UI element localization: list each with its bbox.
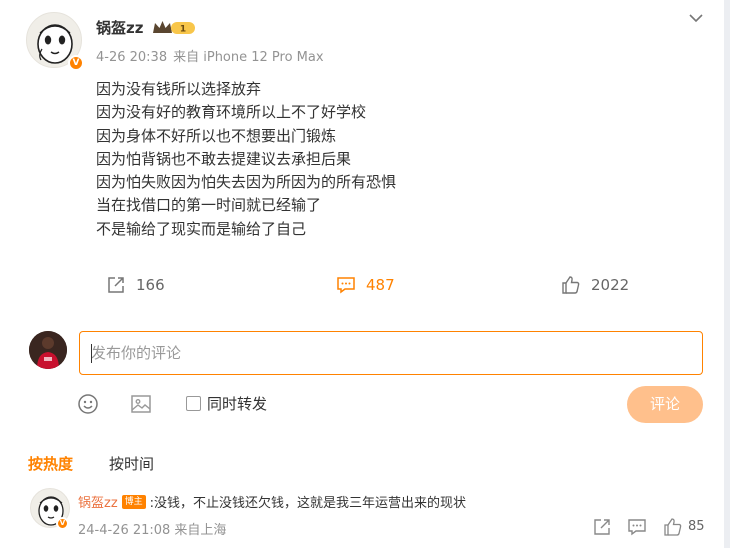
- comment-content: 锅盔zz 博主 :没钱，不止没钱还欠钱，这就是我三年运营出来的现状: [78, 492, 466, 511]
- comment-button[interactable]: 487: [336, 272, 395, 298]
- repost-together-label: 同时转发: [207, 395, 268, 413]
- like-count: 2022: [591, 276, 630, 294]
- comment-count: 487: [366, 276, 395, 294]
- sort-by-hot-tab[interactable]: 按热度: [28, 453, 73, 474]
- post-body: 因为没有钱所以选择放弃 因为没有好的教育环境所以上不了好学校 因为身体不好所以也…: [96, 78, 656, 241]
- like-icon[interactable]: [663, 517, 683, 537]
- chevron-down-icon[interactable]: [686, 10, 706, 26]
- repost-together-option[interactable]: 同时转发: [186, 393, 267, 414]
- comment-verified-badge: V: [56, 517, 69, 530]
- like-icon: [562, 276, 580, 294]
- comment-text: :没钱，不止没钱还欠钱，这就是我三年运营出来的现状: [149, 496, 467, 511]
- vip-crown-icon: 1: [153, 21, 195, 35]
- comment-location: 来自上海: [174, 523, 227, 538]
- comment-input[interactable]: [91, 344, 702, 362]
- repost-icon[interactable]: [592, 517, 612, 537]
- text-caret: [91, 344, 92, 363]
- submit-comment-button[interactable]: 评论: [627, 386, 703, 423]
- repost-icon: [108, 277, 124, 293]
- comment-meta: 24-4-26 21:08 来自上海: [78, 519, 230, 538]
- comment-input-box[interactable]: [79, 331, 703, 375]
- post-line: 不是输给了现实而是输给了自己: [96, 219, 307, 238]
- emoji-icon[interactable]: [77, 393, 99, 415]
- post-line: 因为没有钱所以选择放弃: [96, 80, 262, 98]
- post-line: 因为怕失败因为怕失去因为所因为的所有恐惧: [96, 173, 397, 192]
- repost-button[interactable]: 166: [106, 272, 165, 298]
- post-line: 因为身体不好所以也不想要出门锻炼: [96, 126, 337, 145]
- post-date[interactable]: 4-26 20:38: [96, 50, 167, 65]
- post-source: 来自 iPhone 12 Pro Max: [173, 50, 324, 65]
- author-name[interactable]: 锅盔zz: [96, 17, 143, 38]
- like-button[interactable]: 2022: [561, 272, 629, 298]
- comment-like-count: 85: [688, 519, 705, 534]
- weibo-post-card: V 锅盔zz 1 4-26 20:38 来自 iPhone 12 Pro Max …: [0, 0, 724, 548]
- vip-level-text: 1: [180, 25, 186, 35]
- comment-date: 24-4-26 21:08: [78, 523, 171, 538]
- verified-badge: V: [68, 55, 84, 71]
- comment-username[interactable]: 锅盔zz: [78, 492, 118, 511]
- sort-by-time-tab[interactable]: 按时间: [109, 453, 154, 474]
- post-line: 当在找借口的第一时间就已经输了: [96, 196, 322, 215]
- scroll-edge: [724, 0, 730, 548]
- post-line: 因为没有好的教育环境所以上不了好学校: [96, 103, 367, 122]
- repost-count: 166: [136, 276, 165, 294]
- post-line: 因为怕背锅也不敢去提建议去承担后果: [96, 149, 352, 168]
- post-action-bar: 166 487 2022: [0, 272, 724, 298]
- comment-icon: [337, 277, 355, 294]
- author-tag: 博主: [121, 494, 146, 509]
- image-icon[interactable]: [130, 394, 152, 414]
- repost-together-checkbox[interactable]: [186, 396, 201, 411]
- post-meta: 4-26 20:38 来自 iPhone 12 Pro Max: [96, 46, 330, 65]
- current-user-avatar[interactable]: [29, 331, 67, 369]
- comment-icon[interactable]: [627, 517, 647, 537]
